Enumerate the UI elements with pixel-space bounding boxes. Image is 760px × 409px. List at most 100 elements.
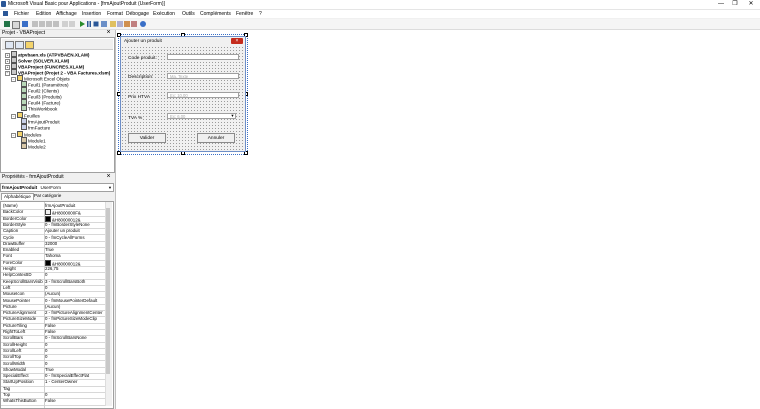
cut-icon[interactable] [32,21,38,27]
property-value-text: frmAjoutProduit [45,203,76,208]
label-tva[interactable]: TVA % [128,116,143,121]
tree-item[interactable]: frmFacture [21,124,50,131]
property-value-text: 0 - fmScrollBarsNone [45,335,87,341]
menu-insertion[interactable]: Insertion [82,11,101,17]
menu-fenetre[interactable]: Fenêtre [236,11,253,17]
annuler-button[interactable]: Annuler [197,133,235,143]
project-explorer-icon[interactable] [110,21,116,27]
valider-button[interactable]: Valider [128,133,166,143]
paste-icon[interactable] [46,21,52,27]
menu-execution[interactable]: Exécution [153,11,175,17]
object-browser-icon[interactable] [124,21,130,27]
object-selector[interactable]: frmAjoutProduit UserForm ▼ [0,183,114,192]
property-value-text: 0 [45,354,48,360]
property-value[interactable]: False [45,398,105,404]
property-value-text: False [45,322,56,328]
excel-view-icon[interactable] [3,11,8,16]
properties-tabs: Alphabétique Par catégorie [0,192,112,200]
code-produit-input[interactable] [167,54,239,60]
color-swatch [45,259,51,266]
project-toolbar [2,39,113,50]
design-mode-icon[interactable] [101,21,107,27]
property-value-text: 1 - CenterOwner [45,379,78,385]
properties-window-icon[interactable] [117,21,123,27]
label-prix-htva[interactable]: Prix HTVA [128,95,151,100]
save-icon[interactable] [22,21,28,27]
menu-complements[interactable]: Compléments [200,11,231,17]
menu-edition[interactable]: Edition [36,11,51,17]
project-explorer: + atpvbaen.xls (ATPVBAEN.XLAM) + Solver (S… [0,37,115,173]
property-value-text: False [45,398,56,404]
tab-alphabetique[interactable]: Alphabétique [1,193,34,200]
insert-userform-icon[interactable] [12,21,20,29]
object-type: UserForm [40,185,61,190]
property-row[interactable]: WhatsThisButton False [1,398,105,406]
toggle-folders-icon[interactable] [25,41,34,49]
property-value-text: (Aucun) [45,291,61,297]
collapse-icon[interactable]: − [11,133,16,138]
label-description[interactable]: Description: [128,75,154,80]
tva-value: Ex: 6,00 [170,114,186,119]
userform-icon [21,124,27,130]
tree-item[interactable]: ThisWorkbook [21,105,57,112]
property-value-text: 226,75 [45,266,59,271]
menu-fichier[interactable]: Fichier [14,11,29,17]
property-name: WhatsThisButton [3,398,37,404]
property-value-text: 32000 [45,240,58,246]
color-swatch [45,209,51,216]
form-close-icon[interactable]: × [231,38,243,44]
chevron-down-icon[interactable]: ▼ [108,184,112,191]
vba-app-icon [1,1,6,7]
help-icon[interactable] [140,21,146,27]
property-value-text: 2 - fmPictureAlignmentCenter [45,310,103,316]
properties-panel-close-icon[interactable]: × [105,173,112,181]
tree-item[interactable]: Module2 [21,143,46,150]
project-panel-title: Projet - VBAProject [2,30,46,36]
property-value-text: 0 [45,341,48,347]
menu-outils[interactable]: Outils [182,11,195,17]
minimize-button[interactable]: — [714,0,728,9]
break-icon[interactable] [86,21,92,27]
object-name: frmAjoutProduit [2,185,38,190]
menu-debogage[interactable]: Débogage [126,11,149,17]
redo-icon[interactable] [69,21,75,27]
userform-frmajoutproduit[interactable]: Ajouter un produit × Code produit: Descr… [120,36,246,152]
menu-format[interactable]: Format [107,11,123,17]
menu-help[interactable]: ? [259,11,262,17]
module-icon [21,143,27,149]
property-value-text: 0 - fmCycleAllForms [45,234,85,240]
description-input[interactable]: Ma. Texte [167,73,239,79]
property-value-text: 0 [45,392,48,397]
property-value-text: 0 - fmBorderStyleNone [45,221,90,227]
menu-affichage[interactable]: Affichage [56,11,77,17]
run-icon[interactable] [79,21,85,27]
workbook-icon [21,105,27,111]
restore-button[interactable]: ❐ [728,0,742,9]
properties-scrollbar-thumb[interactable] [106,208,110,374]
prix-htva-input[interactable]: Ex: 10,00 [167,92,239,98]
copy-icon[interactable] [39,21,45,27]
view-code-icon[interactable] [5,41,14,49]
collapse-icon[interactable]: − [5,71,10,76]
color-swatch [45,215,51,222]
project-panel-close-icon[interactable]: × [105,29,112,37]
property-value-text: 3 - fmScrollBarsBoth [45,278,86,284]
collapse-icon[interactable]: − [11,114,16,119]
excel-icon[interactable] [4,21,10,27]
properties-grid: (Name) frmAjoutProduit BackColor &H8000000F… [0,201,114,409]
properties-panel-title: Propriétés - frmAjoutProduit [2,174,64,180]
undo-icon[interactable] [62,21,68,27]
close-button[interactable]: ✕ [744,0,758,9]
tva-combobox[interactable]: Ex: 6,00 ▼ [167,113,236,119]
tab-par-categorie[interactable]: Par catégorie [32,193,63,199]
collapse-icon[interactable]: − [11,77,16,82]
chevron-down-icon[interactable]: ▼ [230,114,235,118]
label-code-produit[interactable]: Code produit: [128,56,157,61]
reset-icon[interactable] [93,21,99,27]
find-icon[interactable] [53,21,59,27]
view-object-icon[interactable] [15,41,24,49]
toolbox-icon[interactable] [131,21,137,27]
property-value-text: 0 [45,272,48,278]
window-title: Microsoft Visual Basic pour Applications… [8,1,165,7]
property-value-text: True [45,247,54,253]
